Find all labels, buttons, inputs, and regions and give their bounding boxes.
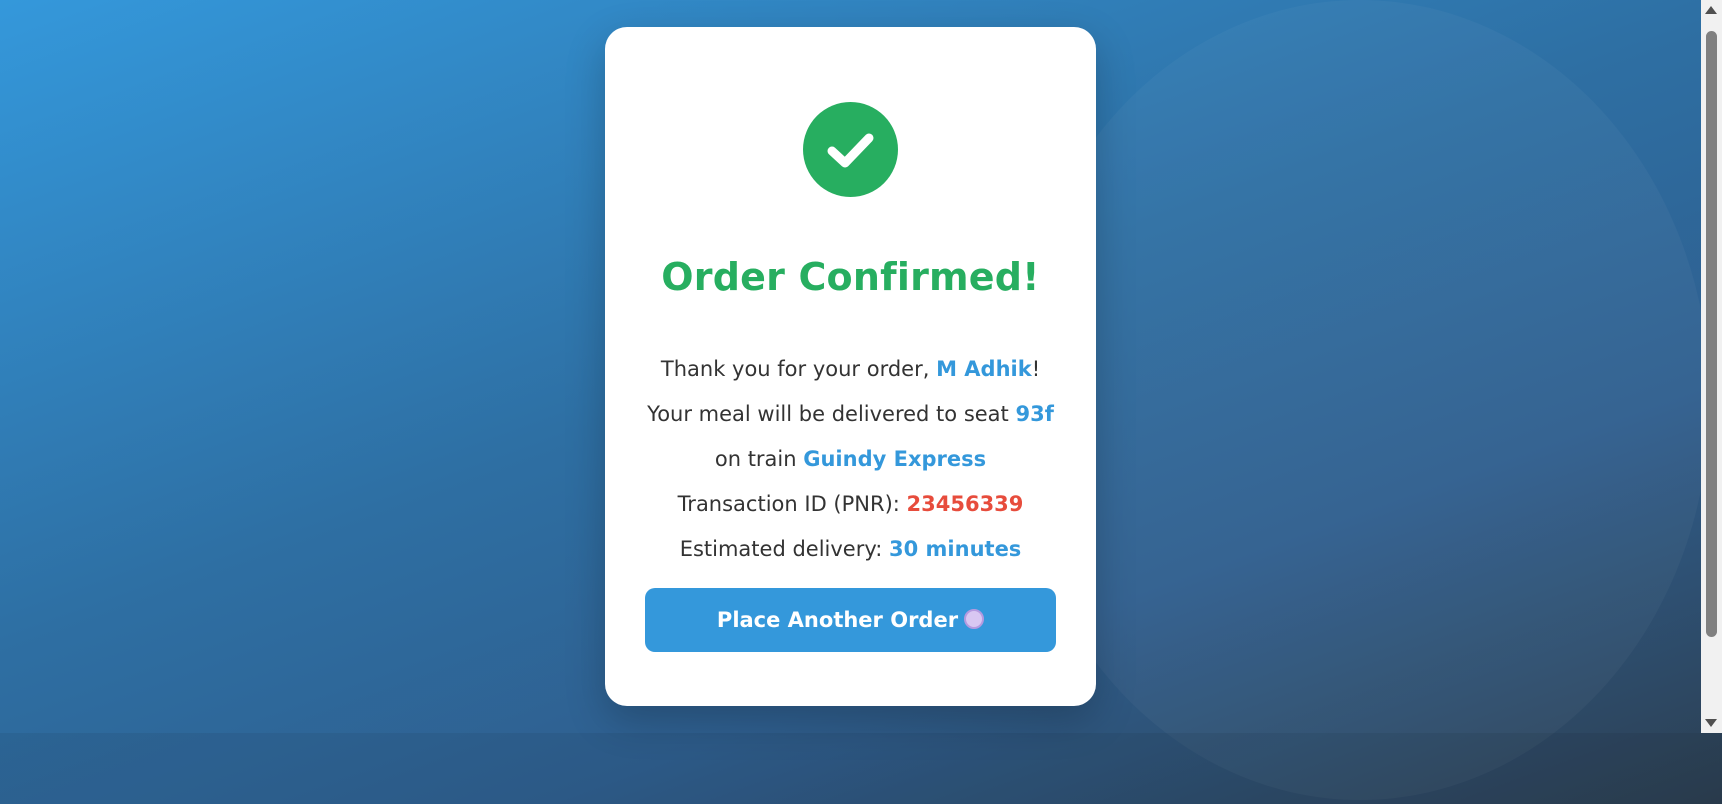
- delivery-info: Estimated delivery: 30 minutes: [605, 537, 1096, 561]
- success-badge: [803, 102, 898, 197]
- place-another-order-button[interactable]: Place Another Order: [645, 588, 1056, 652]
- thank-you-prefix: Thank you for your order,: [660, 357, 937, 381]
- seat-prefix: Your meal will be delivered to seat: [647, 402, 1016, 426]
- thank-you-suffix: !: [1031, 357, 1041, 381]
- customer-name: M Adhik: [936, 357, 1032, 381]
- delivery-time: 30 minutes: [889, 537, 1022, 561]
- background-decoration: [1010, 0, 1710, 800]
- viewport-bottom-area: [0, 733, 1722, 804]
- vertical-scrollbar[interactable]: [1701, 0, 1722, 733]
- page-title: Order Confirmed!: [661, 255, 1040, 299]
- seat-number: 93f: [1015, 402, 1054, 426]
- train-name: Guindy Express: [803, 447, 987, 471]
- train-info: on train Guindy Express: [605, 447, 1096, 471]
- scroll-down-arrow-icon[interactable]: [1705, 719, 1717, 727]
- delivery-prefix: Estimated delivery:: [679, 537, 890, 561]
- checkmark-icon: [827, 133, 874, 168]
- place-another-order-label: Place Another Order: [716, 608, 959, 632]
- pnr-number: 23456339: [906, 492, 1024, 516]
- thank-you-message: Thank you for your order, M Adhik!: [605, 357, 1096, 381]
- train-prefix: on train: [714, 447, 804, 471]
- order-confirmation-card: Order Confirmed! Thank you for your orde…: [605, 27, 1096, 706]
- plate-icon: [964, 609, 985, 629]
- scroll-up-arrow-icon[interactable]: [1705, 6, 1717, 14]
- scrollbar-thumb[interactable]: [1706, 31, 1717, 637]
- transaction-info: Transaction ID (PNR): 23456339: [605, 492, 1096, 516]
- pnr-prefix: Transaction ID (PNR):: [677, 492, 907, 516]
- seat-info: Your meal will be delivered to seat 93f: [605, 402, 1096, 426]
